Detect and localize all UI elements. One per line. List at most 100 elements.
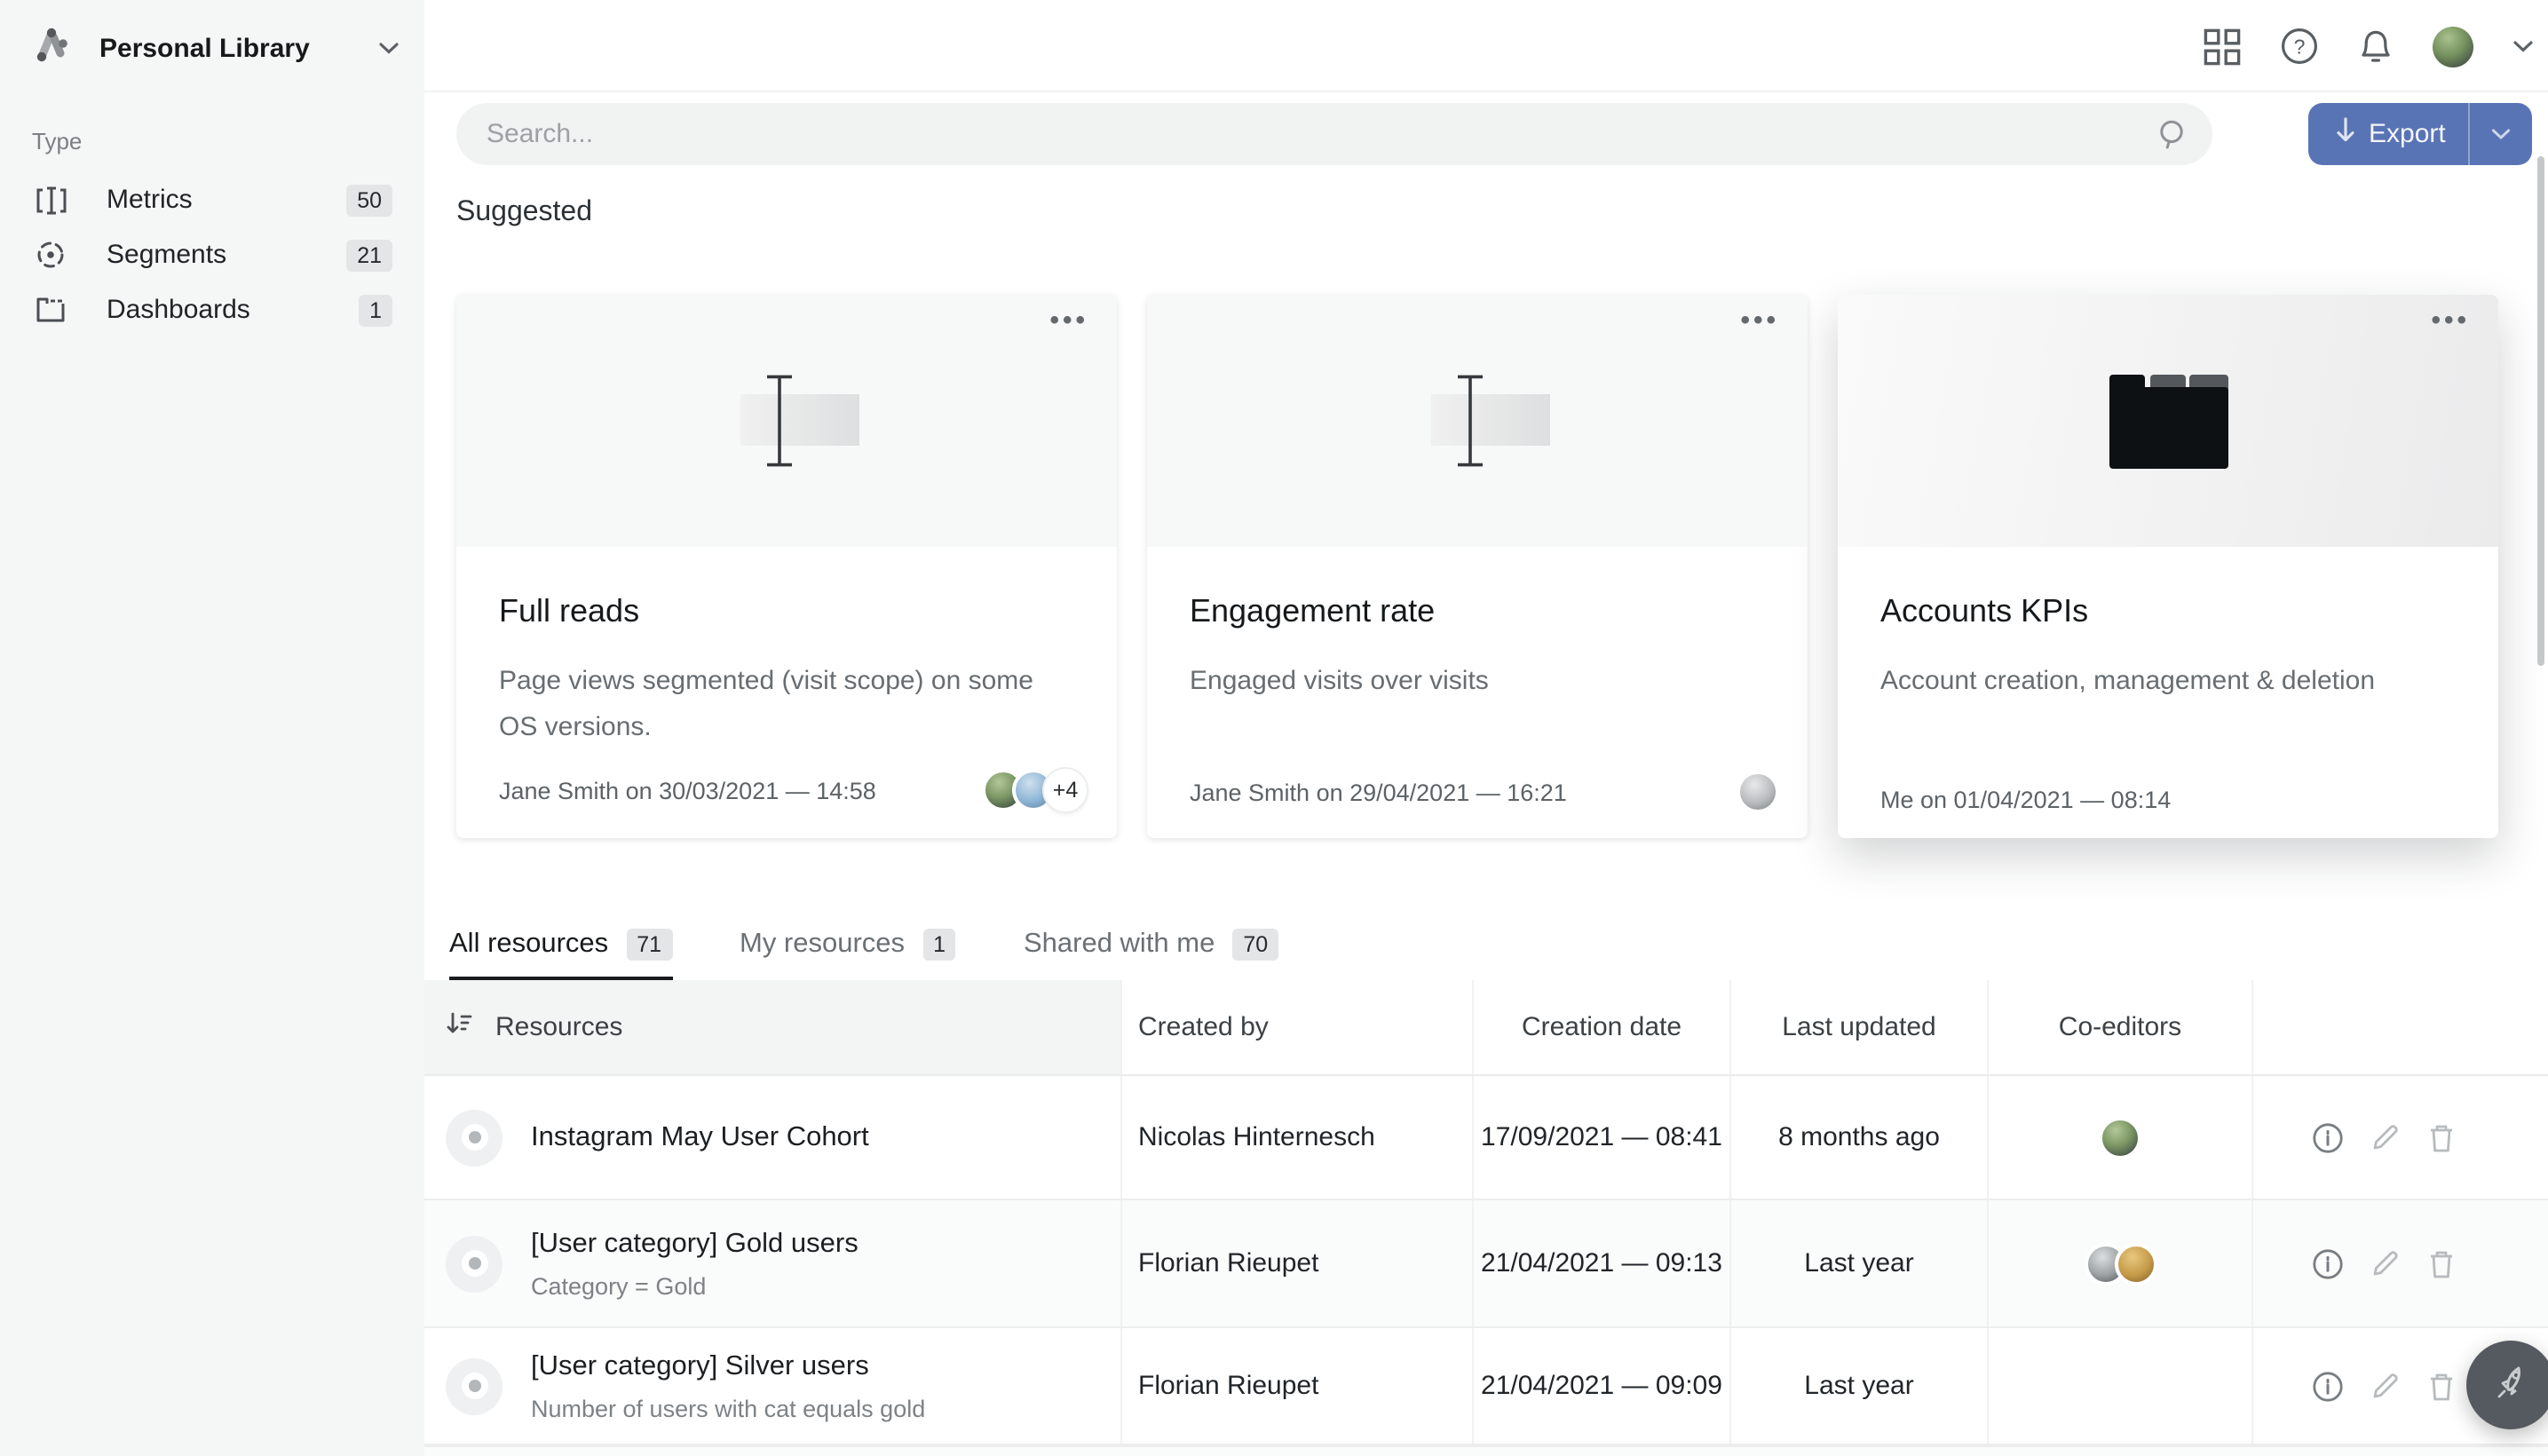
count-badge: 71 [626, 929, 672, 961]
sidebar-item-dashboards[interactable]: Dashboards 1 [0, 282, 424, 337]
card-byline: Me on 01/04/2021 — 08:14 [1880, 787, 2470, 813]
sidebar-item-label: Metrics [107, 185, 346, 215]
last-updated-cell: Last year [1804, 1248, 1913, 1278]
column-header-creation-date[interactable]: Creation date [1522, 1012, 1682, 1042]
dashboard-illustration [2109, 374, 2228, 468]
column-header-created-by[interactable]: Created by [1138, 1012, 1269, 1042]
tab-label: All resources [449, 929, 608, 961]
svg-text:?: ? [2294, 35, 2306, 58]
edit-pencil-icon[interactable] [2370, 1371, 2401, 1401]
extra-editors-badge[interactable]: +4 [1042, 767, 1088, 813]
notifications-bell-icon[interactable] [2358, 27, 2394, 66]
export-label: Export [2369, 119, 2446, 149]
help-icon[interactable]: ? [2280, 27, 2319, 66]
tab-my-resources[interactable]: My resources 1 [740, 913, 956, 977]
creation-date-cell: 21/04/2021 — 09:13 [1481, 1248, 1722, 1278]
resource-title[interactable]: [User category] Gold users [531, 1228, 859, 1260]
resource-subtitle: Number of users with cat equals gold [531, 1395, 925, 1421]
created-by-cell: Florian Rieupet [1138, 1371, 1318, 1401]
count-badge: 1 [359, 294, 392, 326]
creation-date-cell: 21/04/2021 — 09:09 [1481, 1371, 1722, 1401]
segment-resource-icon [446, 1357, 502, 1414]
search-icon[interactable] [2157, 119, 2188, 158]
info-icon[interactable] [2312, 1247, 2344, 1279]
created-by-cell: Nicolas Hinternesch [1138, 1122, 1375, 1152]
info-icon[interactable] [2312, 1121, 2344, 1153]
delete-trash-icon[interactable] [2427, 1121, 2456, 1153]
vertical-scrollbar[interactable] [2537, 156, 2544, 666]
workspace-switcher[interactable]: Personal Library [0, 0, 424, 96]
edit-pencil-icon[interactable] [2370, 1248, 2401, 1278]
card-byline: Jane Smith on 30/03/2021 — 14:58 [499, 777, 982, 803]
main-content: ? [424, 0, 2548, 1456]
metric-illustration [715, 375, 859, 467]
resource-title[interactable]: Instagram May User Cohort [531, 1121, 869, 1153]
search-input[interactable] [456, 103, 2212, 165]
sidebar-item-metrics[interactable]: Metrics 50 [0, 172, 424, 227]
card-thumbnail: ••• [456, 295, 1117, 547]
card-thumbnail: ••• [1838, 295, 2498, 547]
table-header-row: Resources Created by Creation date Last … [424, 980, 2548, 1076]
sidebar-item-label: Dashboards [107, 295, 359, 325]
resource-tabs: All resources 71 My resources 1 Shared w… [449, 913, 1346, 977]
user-avatar[interactable] [2433, 26, 2473, 67]
rocket-icon [2488, 1357, 2534, 1412]
co-editor-avatars: +4 [982, 767, 1088, 813]
card-byline: Jane Smith on 29/04/2021 — 16:21 [1190, 779, 1737, 805]
card-title: Accounts KPIs [1880, 593, 2456, 630]
count-badge: 1 [922, 929, 956, 961]
search-row: Export [456, 103, 2534, 165]
count-badge: 50 [346, 184, 392, 216]
metric-illustration [1405, 375, 1549, 467]
suggested-card-full-reads[interactable]: ••• Full reads Page views segmented (vis… [456, 295, 1117, 838]
export-options-chevron-icon[interactable] [2471, 128, 2532, 140]
card-title: Full reads [499, 593, 1074, 630]
user-menu-chevron-icon[interactable] [2512, 39, 2534, 53]
edit-pencil-icon[interactable] [2370, 1122, 2401, 1152]
card-description: Page views segmented (visit scope) on so… [499, 659, 1074, 751]
segment-icon [36, 241, 67, 269]
last-updated-cell: 8 months ago [1778, 1122, 1940, 1152]
search-box [456, 103, 2212, 165]
avatar [2114, 1242, 2156, 1285]
resource-title[interactable]: [User category] Silver users [531, 1350, 925, 1382]
card-thumbnail: ••• [1147, 295, 1808, 547]
table-row[interactable]: [User category] Gold users Category = Go… [424, 1200, 2548, 1328]
column-header-last-updated[interactable]: Last updated [1782, 1012, 1936, 1042]
segment-resource-icon [446, 1109, 502, 1166]
metric-icon [36, 186, 67, 214]
column-header-resources[interactable]: Resources [495, 1012, 622, 1042]
top-bar: ? [424, 0, 2548, 92]
table-row[interactable]: [User category] Silver users Number of u… [424, 1328, 2548, 1445]
chevron-down-icon[interactable] [378, 32, 400, 64]
sidebar-item-label: Segments [107, 240, 346, 270]
card-title: Engagement rate [1190, 593, 1765, 630]
count-badge: 21 [346, 239, 392, 271]
delete-trash-icon[interactable] [2427, 1247, 2456, 1279]
sidebar-item-segments[interactable]: Segments 21 [0, 227, 424, 282]
last-updated-cell: Last year [1804, 1371, 1913, 1401]
workspace-title: Personal Library [99, 33, 378, 63]
download-arrow-icon [2335, 116, 2356, 152]
tab-shared-with-me[interactable]: Shared with me 70 [1024, 913, 1278, 977]
quick-launch-button[interactable] [2466, 1341, 2548, 1429]
count-badge: 70 [1232, 929, 1278, 961]
table-row-partial [424, 1445, 2548, 1456]
tab-all-resources[interactable]: All resources 71 [449, 913, 672, 977]
card-description: Engaged visits over visits [1190, 659, 1765, 705]
suggested-card-engagement-rate[interactable]: ••• Engagement rate Engaged visits over … [1147, 295, 1808, 838]
segment-resource-icon [446, 1235, 502, 1292]
apps-grid-icon[interactable] [2204, 28, 2241, 65]
creation-date-cell: 17/09/2021 — 08:41 [1481, 1122, 1722, 1152]
sort-icon[interactable] [446, 1012, 472, 1042]
table-row[interactable]: Instagram May User Cohort Nicolas Hinter… [424, 1076, 2548, 1200]
co-editor-avatars [2084, 1242, 2156, 1285]
card-description: Account creation, management & deletion [1880, 659, 2456, 705]
suggested-card-accounts-kpis[interactable]: ••• Accounts KPIs Account creation, mana… [1838, 295, 2498, 838]
info-icon[interactable] [2312, 1370, 2344, 1402]
dashboard-icon [36, 296, 67, 324]
export-button[interactable]: Export [2308, 103, 2532, 165]
suggested-heading: Suggested [456, 197, 592, 229]
delete-trash-icon[interactable] [2427, 1370, 2456, 1402]
column-header-co-editors[interactable]: Co-editors [2059, 1012, 2181, 1042]
